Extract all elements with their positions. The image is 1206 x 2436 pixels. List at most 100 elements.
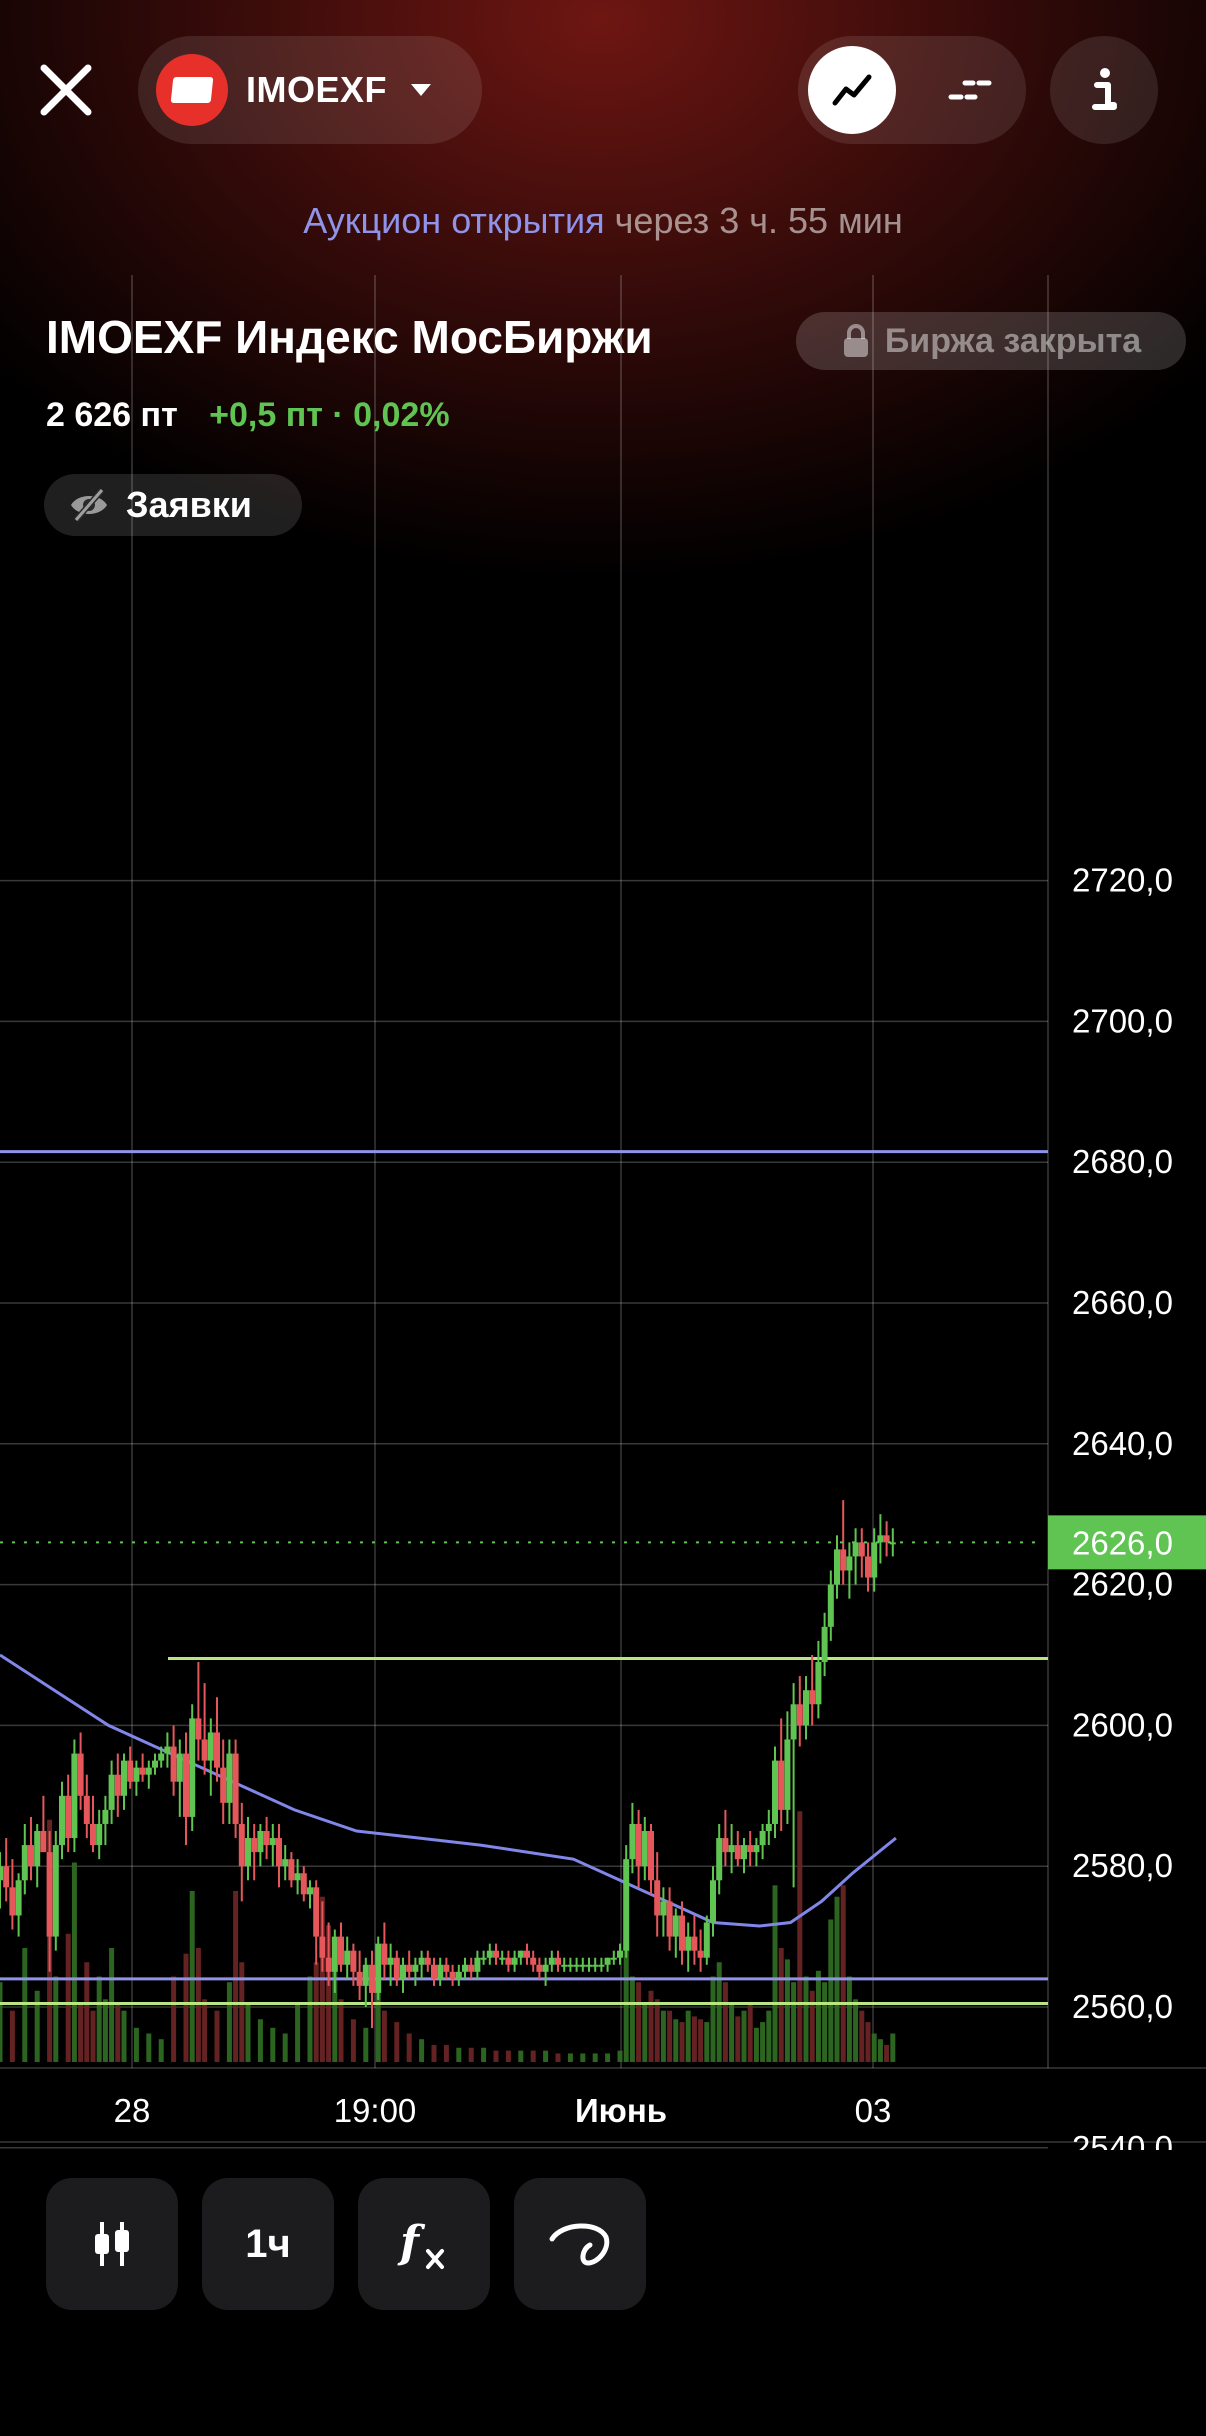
interval-label: 1ч [245,2221,291,2266]
y-tick-label: 2600,0 [1072,1706,1173,1743]
candle-body [375,1943,382,1993]
volume-bar [65,1933,71,2062]
auction-link[interactable]: Аукцион открытия [303,200,604,241]
volume-bar [53,1976,59,2062]
volume-bar [803,1976,809,2062]
volume-bar [679,2022,685,2062]
candle-body [183,1753,189,1817]
candle-body [369,1964,375,1993]
candle-body [617,1950,623,1958]
candle-body [282,1859,289,1867]
volume-bar [115,2005,121,2062]
candle-body [313,1887,320,1937]
candle-body [3,1866,10,1888]
volume-bar [34,1990,40,2062]
candle-body [790,1704,797,1740]
volume-bar [22,1948,28,2062]
candle-body [170,1746,177,1782]
interval-button[interactable]: 1ч [202,2178,334,2310]
chart-type-button[interactable] [46,2178,178,2310]
candle-body [34,1831,41,1867]
volume-bar [660,2010,666,2062]
candle-body [220,1767,227,1803]
candle-body [722,1838,729,1853]
volume-bar [158,2039,164,2062]
volume-bar [96,1976,102,2062]
volume-bar [605,2053,611,2062]
volume-bar [518,2050,524,2062]
candle-body [728,1845,735,1853]
candle-body [474,1957,481,1972]
volume-bar [146,2033,152,2062]
candle-body [424,1957,431,1965]
eye-off-icon [71,488,107,522]
line-chart-view-button[interactable] [808,46,896,134]
orders-label: Заявки [126,484,252,525]
y-tick-label: 2680,0 [1072,1143,1173,1180]
volume-bar [0,1982,3,2062]
market-status-text: Биржа закрыта [884,321,1142,360]
volume-bar [797,1811,803,2062]
candle-body [189,1718,196,1817]
volume-bar [226,1982,232,2062]
info-button[interactable] [1050,36,1158,144]
y-tick-label: 2660,0 [1072,1284,1173,1321]
candle-body [815,1662,822,1705]
price-row: 2 626 пт +0,5 пт · 0,02% [46,396,450,435]
candle-body [827,1584,834,1627]
volume-bar [716,1962,722,2062]
orders-toggle-button[interactable]: Заявки [44,474,302,536]
candle-body [362,1964,369,1986]
candle-body [176,1753,183,1782]
volume-bar [245,2005,251,2062]
volume-bar [840,1885,846,2062]
candle-body [778,1760,785,1810]
candle-body [269,1838,276,1846]
candle-body [158,1753,165,1761]
candle-body [90,1823,96,1846]
close-button[interactable] [26,50,106,130]
candle-body [648,1831,654,1881]
volume-bar [171,1976,177,2062]
candle-body [641,1831,648,1867]
volume-bar [555,2053,561,2062]
moex-logo-icon [156,54,228,126]
x-tick-label: 19:00 [334,2092,417,2129]
candle-body [480,1957,487,1960]
orderbook-view-button[interactable] [926,46,1014,134]
candle-body [245,1838,251,1867]
candle-body [40,1831,47,1853]
candle-body [257,1831,264,1853]
candle-body [747,1845,754,1853]
candle-body [635,1823,642,1867]
candle-body [517,1950,524,1958]
candle-body [759,1831,766,1846]
volume-bar [313,1962,319,2062]
candle-body [765,1823,772,1831]
candle-body [784,1739,791,1810]
x-tick-label: Июнь [575,2092,667,2129]
candle-body [207,1732,214,1761]
lock-icon [843,324,868,357]
volume-bar [859,2010,865,2062]
indicators-button[interactable]: f [358,2178,490,2310]
volume-bar [642,2005,648,2062]
candle-body [493,1950,499,1958]
candle-body [114,1774,121,1796]
candle-body [809,1690,816,1705]
candle-body [65,1795,72,1839]
volume-bar [505,2050,511,2062]
candle-body [263,1831,270,1846]
candle-body [139,1767,146,1775]
candle-body [567,1964,574,1967]
drawing-tools-button[interactable] [514,2178,646,2310]
candle-body [449,1971,456,1979]
volume-bar [698,2019,704,2062]
ticker-selector[interactable]: IMOEXF [138,36,482,144]
volume-bar [239,1962,245,2062]
candle-body [300,1873,307,1895]
price-chart[interactable]: 2720,0 2700,0 2680,0 2660,0 2640,0 2620,0 2600… [0,270,1206,2150]
candle-body [685,1936,692,1951]
volume-bar [90,2010,96,2062]
function-icon: f [397,2217,444,2269]
